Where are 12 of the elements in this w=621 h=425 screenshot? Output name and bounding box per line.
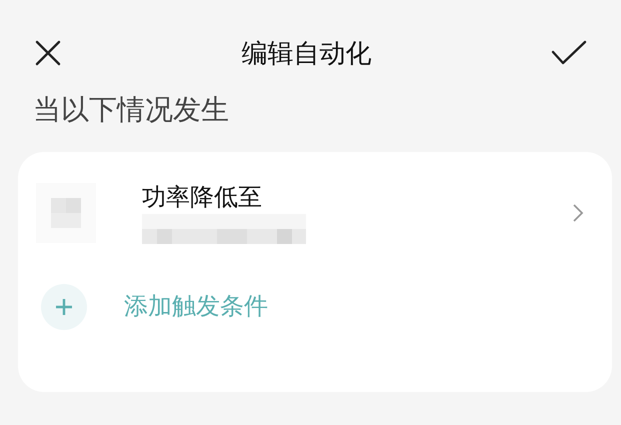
- add-button[interactable]: [41, 284, 87, 330]
- page-title: 编辑自动化: [242, 36, 372, 70]
- section-title: 当以下情况发生: [32, 93, 230, 127]
- check-icon: [551, 39, 587, 67]
- chevron-right-icon[interactable]: [572, 203, 584, 223]
- add-trigger-link[interactable]: 添加触发条件: [124, 289, 268, 325]
- blurred-subtitle-icon: [142, 214, 306, 244]
- close-button[interactable]: [34, 39, 62, 67]
- close-icon: [34, 39, 62, 67]
- trigger-title: 功率降低至: [142, 183, 263, 213]
- plus-icon: [55, 298, 73, 316]
- confirm-button[interactable]: [551, 39, 587, 67]
